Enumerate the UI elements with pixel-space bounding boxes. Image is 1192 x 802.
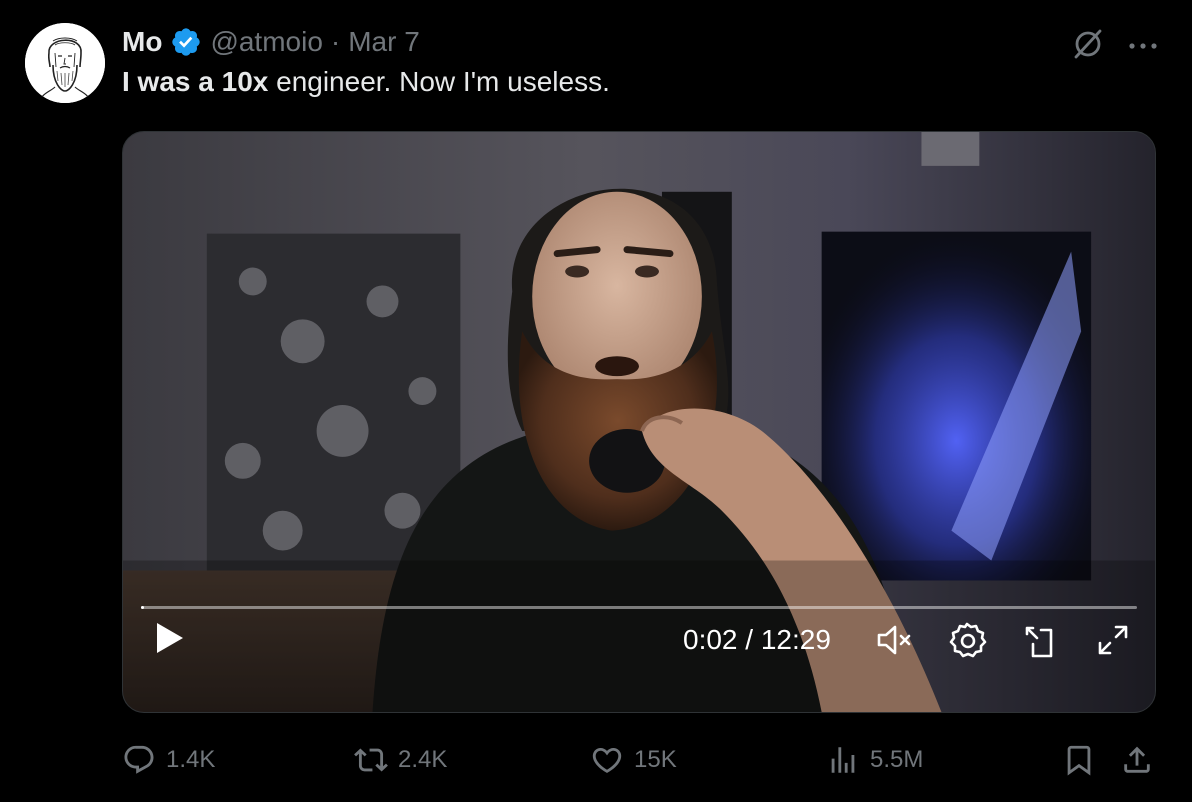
- video-player[interactable]: 0:02 / 12:29: [122, 131, 1156, 713]
- tweet-text: I was a 10x engineer. Now I'm useless.: [122, 66, 610, 98]
- grok-slash-icon[interactable]: [1070, 26, 1106, 67]
- author-handle[interactable]: @atmoio: [210, 26, 322, 58]
- bearded-man-sketch-avatar-icon: [25, 23, 105, 103]
- views-button[interactable]: 5.5M: [826, 740, 923, 780]
- author-name[interactable]: Mo: [122, 26, 162, 58]
- tweet-actions: 1.4K 2.4K 15K 5.5M: [122, 740, 1156, 780]
- repost-icon: [354, 748, 388, 772]
- tweet: Mo @atmoio · Mar 7 I was a 10x engineer.…: [0, 0, 1192, 802]
- reply-button[interactable]: 1.4K: [122, 740, 215, 780]
- reply-icon: [124, 745, 154, 774]
- like-button[interactable]: 15K: [590, 740, 677, 780]
- tweet-text-bold-2: 10x: [221, 66, 269, 97]
- heart-icon: [592, 747, 622, 773]
- share-button[interactable]: [1120, 740, 1154, 780]
- avatar[interactable]: [25, 23, 105, 103]
- repost-count: 2.4K: [398, 746, 448, 773]
- bookmark-button[interactable]: [1062, 740, 1096, 780]
- play-icon[interactable]: [151, 620, 187, 656]
- like-count: 15K: [634, 746, 677, 773]
- verified-badge-icon[interactable]: [170, 26, 202, 58]
- bookmark-icon: [1067, 745, 1091, 776]
- dock-icon[interactable]: [1019, 620, 1059, 660]
- tweet-header: Mo @atmoio · Mar 7: [122, 24, 420, 60]
- tweet-date[interactable]: Mar 7: [348, 26, 420, 58]
- repost-button[interactable]: 2.4K: [354, 740, 447, 780]
- tweet-text-bold-1: I was a: [122, 66, 222, 97]
- video-controls: 0:02 / 12:29: [123, 602, 1155, 712]
- more-icon[interactable]: [1128, 38, 1158, 56]
- settings-icon[interactable]: [947, 620, 987, 660]
- share-icon: [1124, 746, 1150, 773]
- tweet-top-icons: [1070, 26, 1158, 67]
- reply-count: 1.4K: [166, 746, 216, 773]
- video-time: 0:02 / 12:29: [683, 624, 831, 655]
- views-bar-chart-icon: [831, 747, 855, 773]
- separator-dot: ·: [330, 26, 341, 57]
- mute-icon[interactable]: [875, 620, 915, 660]
- tweet-text-rest: engineer. Now I'm useless.: [268, 66, 610, 97]
- views-count: 5.5M: [870, 746, 924, 773]
- fullscreen-icon[interactable]: [1093, 620, 1133, 660]
